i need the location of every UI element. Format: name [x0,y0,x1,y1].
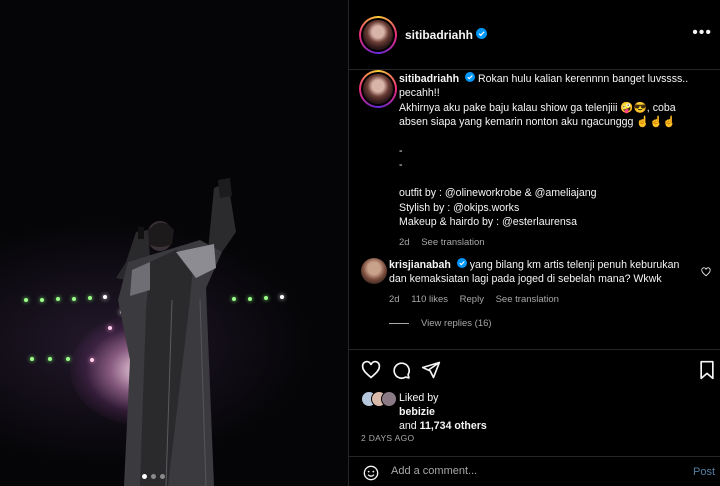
post-dialog: sitibadriahh ••• sitibadriahh Rokan hulu [0,0,720,486]
carousel-dot[interactable] [142,474,147,479]
caption-avatar[interactable] [363,74,393,104]
caption-line: Akhirnya aku pake baju kalau shiow ga te… [399,101,676,129]
post-date[interactable]: 2 DAYS AGO [361,433,414,443]
and-label: and [399,420,417,432]
avatar[interactable] [363,19,393,50]
carousel-dots [142,474,165,479]
carousel-dot[interactable] [160,474,165,479]
caption-line: Makeup & hairdo by : @esterlaurensa [399,216,577,229]
caption-meta: 2d See translation [399,236,699,250]
comment-username[interactable]: krisjianabah [389,259,451,271]
caption-line: outfit by : @olineworkrobe & @ameliajang [399,187,597,200]
comment-avatar[interactable] [361,258,387,284]
performer-figure [116,178,236,486]
caption-text: sitibadriahh Rokan hulu kalian kerennnn … [399,72,699,250]
comment-body: krisjianabah yang bilang km artis telenj… [389,258,699,307]
view-replies-label[interactable]: View replies (16) [421,318,492,329]
add-comment-bar: Post [349,456,720,486]
view-replies-line [389,323,409,324]
liker-avatars[interactable] [361,391,397,407]
verified-badge-icon [456,258,467,272]
carousel-dot[interactable] [151,474,156,479]
emoji-icon[interactable] [363,465,379,486]
caption-line: - [399,144,403,157]
header-username[interactable]: sitibadriahh [405,28,473,42]
post-photo[interactable] [0,0,348,486]
comment-input[interactable] [391,465,651,477]
caption-time[interactable]: 2d [399,237,410,248]
liked-by-user[interactable]: bebizie [399,406,435,418]
caption-see-translation[interactable]: See translation [421,237,484,248]
view-replies-button[interactable]: View replies (16) [389,318,492,329]
caption-line: Stylish by : @okips.works [399,201,520,214]
comment-see-translation[interactable]: See translation [496,294,559,305]
action-bar [349,349,720,390]
verified-badge-icon [476,26,488,44]
verified-badge-icon [465,72,475,86]
caption-line: - [399,159,403,172]
post-header: sitibadriahh ••• [349,0,720,70]
others-count[interactable]: 11,734 others [420,420,487,432]
comment-reply-button[interactable]: Reply [460,294,484,305]
comment-time[interactable]: 2d [389,294,400,305]
share-icon[interactable] [421,360,441,385]
post-sidebar: sitibadriahh ••• sitibadriahh Rokan hulu [348,0,720,486]
comment-heart-icon[interactable] [701,264,711,282]
bookmark-icon[interactable] [697,360,717,385]
caption-username[interactable]: sitibadriahh [399,73,459,85]
story-ring[interactable] [359,15,397,54]
comment-likes[interactable]: 110 likes [411,294,448,305]
comment-icon[interactable] [391,360,411,385]
liked-by-label: Liked by [399,392,439,404]
liked-by-text: Liked by bebizie and 11,734 others [399,391,649,433]
more-options-icon[interactable]: ••• [692,24,712,42]
post-button[interactable]: Post [693,466,715,478]
caption-story-ring[interactable] [359,70,397,108]
heart-icon[interactable] [361,360,381,385]
comment-meta: 2d 110 likes Reply See translation [389,293,699,307]
